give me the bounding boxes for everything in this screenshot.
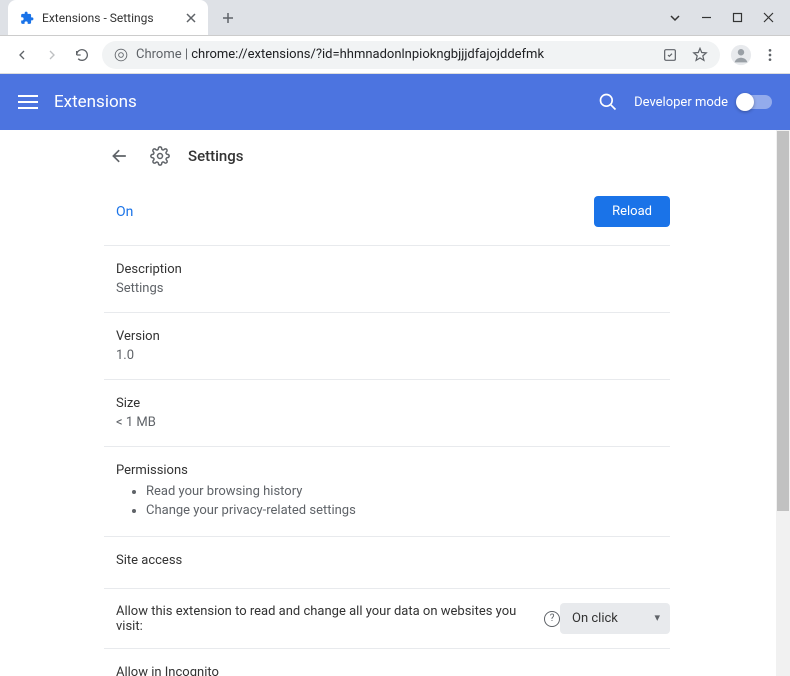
help-icon[interactable]: ? xyxy=(544,611,560,627)
site-access-dropdown[interactable]: On click xyxy=(560,603,670,634)
back-icon[interactable] xyxy=(12,45,32,65)
developer-mode-toggle[interactable] xyxy=(738,95,772,109)
reload-button[interactable]: Reload xyxy=(594,196,670,227)
url-text: Chrome | chrome://extensions/?id=hhmnado… xyxy=(136,47,544,62)
permissions-label: Permissions xyxy=(116,463,658,478)
chrome-icon xyxy=(114,48,128,62)
hamburger-icon[interactable] xyxy=(18,92,38,112)
size-section: Size < 1 MB xyxy=(104,380,670,447)
app-bar: Extensions Developer mode xyxy=(0,74,790,130)
new-tab-button[interactable] xyxy=(214,4,242,32)
forward-icon[interactable] xyxy=(42,45,62,65)
site-access-header: Site access xyxy=(116,553,658,568)
close-icon[interactable] xyxy=(184,11,198,25)
browser-titlebar: Extensions - Settings xyxy=(0,0,790,36)
search-icon[interactable] xyxy=(598,92,618,112)
profile-icon[interactable] xyxy=(730,44,752,66)
version-label: Version xyxy=(116,329,658,344)
browser-tab[interactable]: Extensions - Settings xyxy=(8,0,208,35)
maximize-icon[interactable] xyxy=(732,12,743,24)
page-title: Settings xyxy=(188,147,244,165)
app-title: Extensions xyxy=(54,92,137,112)
site-access-header-section: Site access xyxy=(104,537,670,589)
address-bar: Chrome | chrome://extensions/?id=hhmnado… xyxy=(0,36,790,74)
star-icon[interactable] xyxy=(692,47,708,63)
permissions-section: Permissions Read your browsing history C… xyxy=(104,447,670,537)
extension-icon xyxy=(20,11,34,25)
version-value: 1.0 xyxy=(116,348,658,363)
tab-title: Extensions - Settings xyxy=(42,11,154,25)
url-field[interactable]: Chrome | chrome://extensions/?id=hhmnado… xyxy=(102,41,720,69)
description-section: Description Settings xyxy=(104,246,670,313)
site-access-text: Allow this extension to read and change … xyxy=(116,604,538,634)
extension-status: On xyxy=(116,204,133,220)
close-window-icon[interactable] xyxy=(763,12,774,24)
menu-icon[interactable] xyxy=(762,47,778,63)
description-value: Settings xyxy=(116,281,658,296)
permission-item: Change your privacy-related settings xyxy=(146,501,658,520)
gear-icon xyxy=(150,146,170,166)
window-controls xyxy=(669,12,790,24)
back-button[interactable] xyxy=(108,144,132,168)
incognito-title: Allow in Incognito xyxy=(116,665,616,676)
developer-mode-label: Developer mode xyxy=(634,95,728,110)
main-content: Settings On Reload Description Settings … xyxy=(104,130,790,676)
minimize-icon[interactable] xyxy=(701,12,712,24)
size-value: < 1 MB xyxy=(116,415,658,430)
permission-item: Read your browsing history xyxy=(146,482,658,501)
share-icon[interactable] xyxy=(662,47,678,63)
size-label: Size xyxy=(116,396,658,411)
reload-icon[interactable] xyxy=(72,45,92,65)
version-section: Version 1.0 xyxy=(104,313,670,380)
description-label: Description xyxy=(116,262,658,277)
chevron-down-icon[interactable] xyxy=(669,12,681,24)
